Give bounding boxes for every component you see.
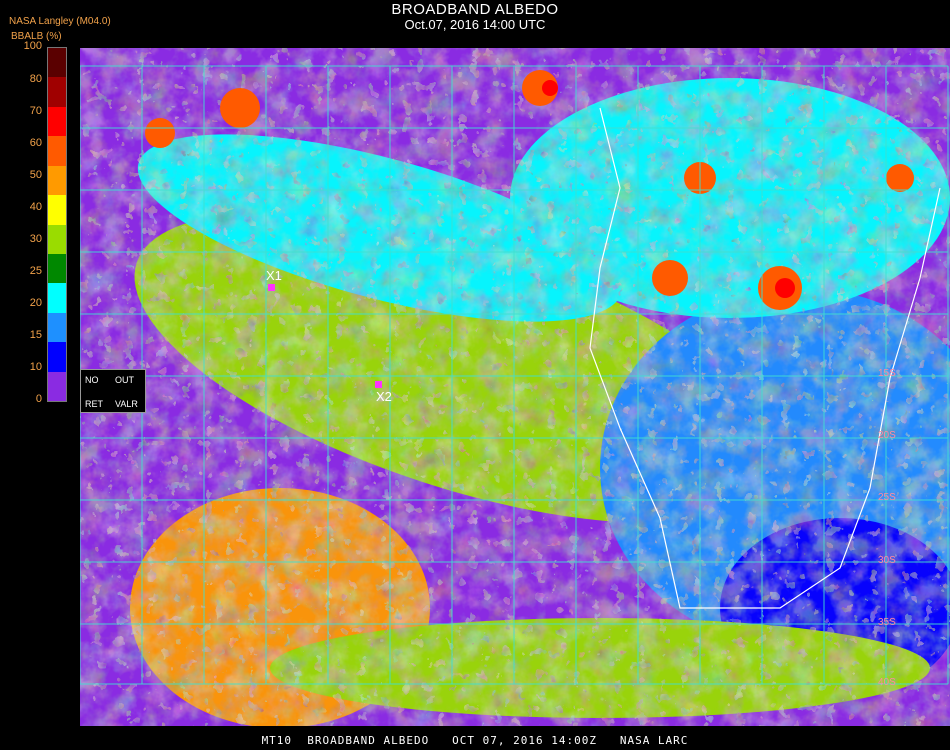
legend-tick-label: 40 bbox=[29, 201, 42, 213]
albedo-satellite-map bbox=[80, 48, 950, 726]
legend-swatch bbox=[48, 312, 66, 343]
x2-point-marker bbox=[375, 381, 382, 388]
legend-tick-label: 0 bbox=[35, 393, 42, 405]
legend-tick-label: 15 bbox=[29, 329, 42, 341]
latitude-label: 40S bbox=[878, 677, 896, 688]
legend-tick-label: 10 bbox=[29, 361, 42, 373]
qc-valr-label: VALR bbox=[115, 399, 138, 409]
latitude-label: 25S bbox=[878, 492, 896, 503]
qc-out-label: OUT bbox=[115, 375, 134, 385]
color-legend bbox=[47, 47, 67, 402]
latitude-label: 20S bbox=[878, 430, 896, 441]
legend-tick-label: 20 bbox=[29, 297, 42, 309]
footer-caption: MT10 BROADBAND ALBEDO OCT 07, 2016 14:00… bbox=[261, 734, 689, 747]
legend-swatch bbox=[48, 77, 66, 108]
datetime-subtitle: Oct.07, 2016 14:00 UTC bbox=[404, 17, 546, 32]
legend-tick-label: 60 bbox=[29, 137, 42, 149]
legend-swatch bbox=[48, 283, 66, 314]
legend-swatch bbox=[48, 371, 66, 402]
product-title: BROADBAND ALBEDO bbox=[391, 1, 559, 18]
legend-tick-label: 100 bbox=[23, 40, 42, 52]
legend-swatch bbox=[48, 165, 66, 196]
legend-swatch bbox=[48, 224, 66, 255]
legend-tick-label: 50 bbox=[29, 169, 42, 181]
latitude-label: 15S bbox=[878, 368, 896, 379]
legend-swatch bbox=[48, 195, 66, 225]
legend-tick-label: 70 bbox=[29, 105, 42, 117]
latitude-label: 30S bbox=[878, 555, 896, 566]
x1-point-marker bbox=[268, 284, 275, 291]
x1-label: X1 bbox=[266, 268, 282, 283]
legend-swatch bbox=[48, 106, 66, 137]
provider-label: NASA Langley (M04.0) bbox=[9, 16, 111, 27]
latitude-label: 35S bbox=[878, 617, 896, 628]
legend-swatch bbox=[48, 136, 66, 167]
legend-tick-label: 25 bbox=[29, 265, 42, 277]
legend-swatch bbox=[48, 342, 66, 373]
x2-label: X2 bbox=[376, 389, 392, 404]
legend-tick-label: 80 bbox=[29, 73, 42, 85]
qc-ret-label: RET bbox=[85, 399, 103, 409]
legend-tick-label: 30 bbox=[29, 233, 42, 245]
legend-swatch bbox=[48, 253, 66, 284]
qc-flag-box: NO OUT RET VALR bbox=[80, 369, 146, 413]
legend-swatch bbox=[48, 48, 66, 78]
qc-no-label: NO bbox=[85, 375, 99, 385]
